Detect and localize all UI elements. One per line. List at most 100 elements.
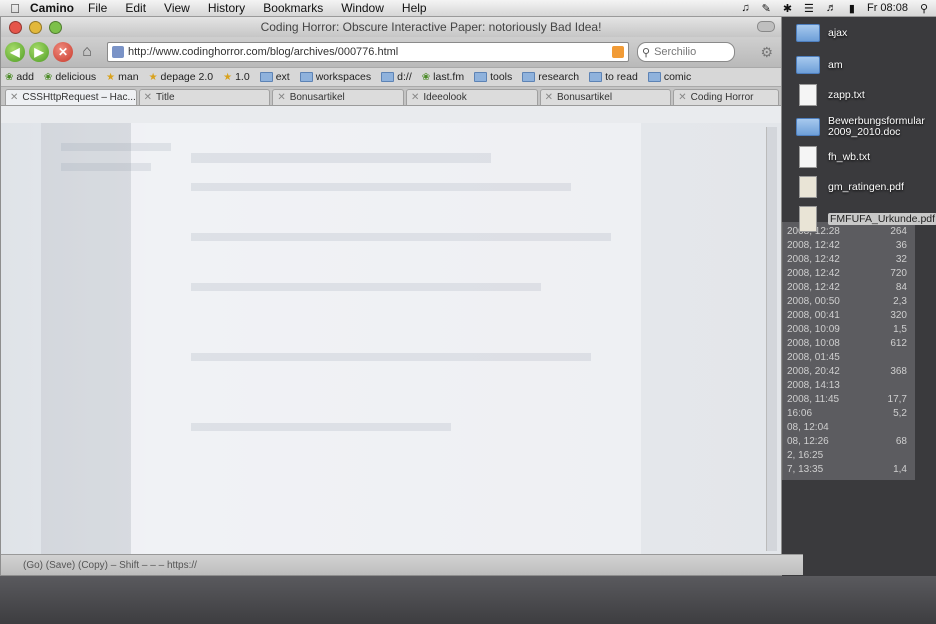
volume-icon[interactable]: ♬ — [826, 2, 837, 14]
ghost-text-line — [191, 153, 491, 163]
pdf-document-icon — [799, 206, 817, 232]
url-bar[interactable]: http://www.codinghorror.com/blog/archive… — [107, 42, 629, 62]
bookmark-folder-research[interactable]: research — [522, 71, 579, 83]
menu-help[interactable]: Help — [402, 1, 427, 15]
status-text: (Go) (Save) (Copy) – Shift – – – https:/… — [23, 559, 197, 571]
close-tab-icon[interactable]: ✕ — [277, 92, 285, 103]
desktop-item-ajax[interactable]: ajax — [796, 24, 847, 42]
page-sidebar — [41, 123, 131, 555]
battery-icon[interactable]: ▮ — [849, 2, 855, 15]
close-tab-icon[interactable]: ✕ — [545, 92, 553, 103]
close-tab-icon[interactable]: ✕ — [678, 92, 686, 103]
leaf-icon: ❀ — [421, 71, 431, 83]
ghost-text-line — [61, 143, 171, 151]
text-document-icon — [799, 84, 817, 106]
bookmark-folder-workspaces[interactable]: workspaces — [299, 71, 371, 83]
page-scrollbar[interactable] — [766, 127, 777, 551]
close-tab-icon[interactable]: ✕ — [10, 92, 18, 103]
window-title: Coding Horror: Obscure Interactive Paper… — [260, 20, 602, 34]
desktop-item-gm-ratingen[interactable]: gm_ratingen.pdf — [796, 176, 904, 198]
folder-icon — [474, 72, 488, 82]
text-document-icon — [799, 146, 817, 168]
forward-button[interactable]: ▶ — [29, 42, 49, 62]
search-placeholder: Serchilio — [654, 46, 697, 58]
close-window-button[interactable] — [9, 20, 22, 34]
leaf-icon: ❀ — [43, 71, 53, 83]
star-icon: ★ — [106, 71, 116, 83]
folder-icon — [259, 72, 273, 82]
home-button[interactable]: ⌂ — [77, 42, 97, 62]
close-tab-icon[interactable]: ✕ — [144, 92, 152, 103]
zoom-window-button[interactable] — [49, 20, 62, 34]
script-icon[interactable]: ✎ — [762, 2, 771, 15]
tab-bonusartikel[interactable]: ✕ Bonusartikel — [272, 89, 404, 105]
desktop-item-zapp[interactable]: zapp.txt — [796, 84, 865, 106]
clock[interactable]: Fr 08:08 — [867, 2, 908, 14]
menu-file[interactable]: File — [88, 1, 107, 15]
bookmark-lastfm[interactable]: ❀ last.fm — [422, 71, 464, 83]
bookmark-1-0[interactable]: ★ 1.0 — [223, 71, 250, 83]
music-note-icon[interactable]: ♫ — [741, 2, 749, 14]
tab-coding-horror[interactable]: ✕ Coding Horror — [673, 89, 779, 105]
toolbar-toggle-button[interactable] — [757, 21, 775, 32]
search-icon: ⚲ — [642, 46, 651, 59]
bookmark-folder-ext[interactable]: ext — [259, 71, 290, 83]
folder-icon — [589, 72, 603, 82]
bookmark-folder-tools[interactable]: tools — [474, 71, 512, 83]
menu-bookmarks[interactable]: Bookmarks — [263, 1, 323, 15]
desktop-item-fmfufa-urkunde[interactable]: FMFUFA_Urkunde.pdf — [796, 206, 936, 232]
search-field[interactable]: ⚲ Serchilio — [637, 42, 735, 62]
menu-extras: ♫ ✎ ✱ ☰ ♬ ▮ Fr 08:08 ⚲ — [741, 2, 936, 15]
stop-button[interactable]: ✕ — [53, 42, 73, 62]
menu-window[interactable]: Window — [341, 1, 384, 15]
menu-edit[interactable]: Edit — [125, 1, 146, 15]
title-bar[interactable]: Coding Horror: Obscure Interactive Paper… — [1, 17, 781, 37]
star-icon: ★ — [148, 71, 158, 83]
site-favicon-icon — [112, 46, 124, 58]
tab-bonusartikel-2[interactable]: ✕ Bonusartikel — [539, 89, 672, 105]
folder-icon — [299, 72, 313, 82]
status-bar: (Go) (Save) (Copy) – Shift – – – https:/… — [1, 554, 803, 575]
folder-icon — [796, 24, 820, 42]
tab-title[interactable]: ✕ Title — [138, 89, 271, 105]
bookmark-folder-d[interactable]: d:// — [381, 71, 412, 83]
bookmark-man[interactable]: ★ man — [106, 71, 138, 83]
desktop-item-fh-wb[interactable]: fh_wb.txt — [796, 146, 870, 168]
menu-bar:  Camino File Edit View History Bookmark… — [0, 0, 936, 17]
rss-feed-icon[interactable] — [612, 46, 624, 58]
leaf-icon: ❀ — [5, 71, 14, 83]
close-tab-icon[interactable]: ✕ — [411, 92, 419, 103]
tab-ideeolook[interactable]: ✕ Ideeolook — [405, 89, 538, 105]
bookmark-folder-to-read[interactable]: to read — [589, 71, 638, 83]
pdf-document-icon — [799, 176, 817, 198]
browser-window: Coding Horror: Obscure Interactive Paper… — [0, 16, 803, 576]
folder-icon — [796, 118, 820, 136]
ghost-text-line — [191, 183, 571, 191]
folder-icon — [647, 72, 661, 82]
url-text[interactable]: http://www.codinghorror.com/blog/archive… — [128, 46, 608, 58]
wifi-icon[interactable]: ☰ — [804, 2, 814, 15]
tab-csshttprequest[interactable]: ✕ CSSHttpRequest – Hac... — [5, 89, 137, 105]
star-icon: ★ — [223, 71, 233, 83]
page-content[interactable] — [1, 123, 781, 555]
bookmark-depage-2[interactable]: ★ depage 2.0 — [149, 71, 214, 83]
desktop-item-am[interactable]: am — [796, 56, 843, 74]
ghost-text-line — [191, 423, 451, 431]
gear-icon[interactable]: ⚙ — [760, 44, 773, 61]
app-menu[interactable]: Camino — [30, 1, 74, 15]
back-button[interactable]: ◀ — [5, 42, 25, 62]
navigation-toolbar: ◀ ▶ ✕ ⌂ http://www.codinghorror.com/blog… — [1, 37, 781, 67]
minimize-window-button[interactable] — [29, 20, 42, 34]
desktop: ajax am zapp.txt Bewerbungsformular 2009… — [782, 16, 936, 624]
folder-icon — [522, 72, 536, 82]
menu-view[interactable]: View — [164, 1, 190, 15]
desktop-item-bewerbungsformular[interactable]: Bewerbungsformular 2009_2010.doc — [796, 116, 928, 138]
spotlight-icon[interactable]: ⚲ — [920, 2, 928, 15]
bookmark-add[interactable]: ❀ add — [5, 71, 34, 83]
menu-history[interactable]: History — [208, 1, 245, 15]
ghost-text-line — [191, 233, 611, 241]
bookmark-delicious[interactable]: ❀ delicious — [44, 71, 96, 83]
bluetooth-icon[interactable]: ✱ — [783, 2, 792, 15]
bookmark-folder-comic[interactable]: comic — [647, 71, 691, 83]
apple-menu-icon[interactable]:  — [0, 1, 30, 16]
